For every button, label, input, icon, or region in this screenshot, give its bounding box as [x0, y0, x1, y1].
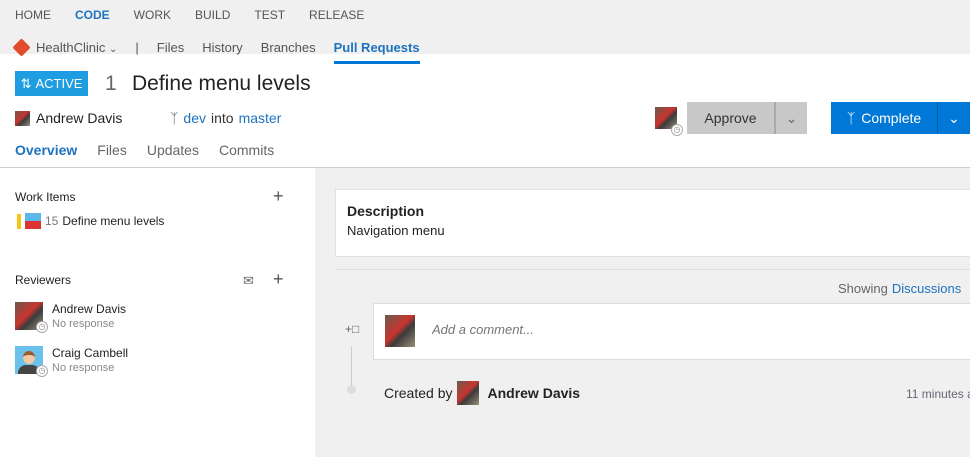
nav-files[interactable]: Files [157, 40, 184, 55]
comment-input[interactable] [432, 322, 832, 337]
divider [335, 269, 970, 270]
status-label: ACTIVE [35, 76, 83, 91]
pr-author: Andrew Davis [15, 110, 122, 126]
repo-selector[interactable]: HealthClinic ⌄ [36, 40, 117, 55]
git-icon [12, 38, 31, 57]
pr-tabs: Overview Files Updates Commits [15, 142, 274, 158]
branch-icon: ᛉ [170, 110, 179, 126]
reviewer-status: No response [52, 318, 115, 330]
branch-info: ᛉ dev into master [170, 110, 281, 126]
avatar [385, 315, 415, 347]
description-card: Description Navigation menu [335, 189, 970, 257]
chevron-down-icon: ⌄ [109, 44, 118, 55]
top-navigation: HOME CODE WORK BUILD TEST RELEASE Health… [0, 0, 970, 64]
description-text: Navigation menu [347, 223, 445, 238]
clock-icon: ◷ [36, 321, 48, 333]
avatar: ◷ [15, 302, 48, 333]
created-time: 11 minutes ago [906, 387, 970, 401]
hub-work[interactable]: WORK [134, 8, 171, 22]
target-branch-link[interactable]: master [239, 110, 282, 126]
merge-icon: ᛉ [846, 110, 856, 126]
approve-button[interactable]: Approve [687, 102, 776, 134]
work-item[interactable]: 15 Define menu levels [17, 213, 164, 229]
add-reviewer-plus-icon[interactable]: + [273, 270, 284, 288]
reviewer-item[interactable]: ◷ Craig Cambell No response [15, 346, 129, 377]
reviewer-status: No response [52, 362, 115, 374]
approve-button-group: Approve ⌄ [687, 102, 807, 134]
source-branch-link[interactable]: dev [183, 110, 206, 126]
clock-icon: ◷ [671, 124, 683, 136]
pull-request-icon: ⇅ [20, 75, 32, 91]
work-items-heading: Work Items [15, 190, 76, 204]
add-work-item-plus-icon[interactable]: + [273, 187, 284, 205]
avatar: ◷ [15, 346, 48, 377]
separator: | [135, 40, 139, 55]
comment-box[interactable] [373, 303, 970, 360]
pr-id: 1 [105, 72, 117, 95]
avatar [457, 381, 480, 405]
tab-files[interactable]: Files [97, 142, 127, 158]
work-item-id: 15 [45, 214, 59, 228]
into-label: into [210, 110, 234, 126]
hub-home[interactable]: HOME [15, 8, 51, 22]
work-item-color-bar [17, 213, 21, 229]
nav-history[interactable]: History [202, 40, 242, 55]
nav-pull-requests[interactable]: Pull Requests [333, 40, 420, 64]
filter-value-link[interactable]: Discussions [892, 281, 961, 296]
hub-release[interactable]: RELEASE [309, 8, 364, 22]
nav-branches[interactable]: Branches [261, 40, 316, 55]
description-heading: Description [347, 203, 425, 219]
avatar [15, 110, 30, 126]
complete-label: Complete [861, 110, 922, 126]
clock-icon: ◷ [36, 365, 48, 377]
reviewer-item[interactable]: ◷ Andrew Davis No response [15, 302, 127, 333]
created-author[interactable]: Andrew Davis [487, 385, 580, 401]
tab-commits[interactable]: Commits [219, 142, 274, 158]
reviewers-heading: Reviewers [15, 273, 72, 287]
repo-nav: HealthClinic ⌄ | Files History Branches … [12, 31, 438, 64]
filter-label: Showing [838, 281, 888, 296]
discussion-filter[interactable]: Showing Discussions [838, 281, 961, 296]
created-by: Created by Andrew Davis [384, 381, 580, 405]
tab-overview[interactable]: Overview [15, 142, 77, 158]
hub-build[interactable]: BUILD [195, 8, 230, 22]
reviewer-name: Craig Cambell [52, 346, 129, 360]
created-label: Created by [384, 385, 453, 401]
repo-name: HealthClinic [36, 40, 106, 55]
status-badge: ⇅ ACTIVE [15, 71, 88, 96]
complete-button[interactable]: ᛉ Complete [831, 102, 938, 134]
add-comment-icon[interactable]: +□ [345, 322, 359, 336]
approve-options-chevron-icon[interactable]: ⌄ [776, 102, 807, 134]
work-item-title[interactable]: Define menu levels [62, 214, 164, 228]
complete-button-group: ᛉ Complete ⌄ [831, 102, 970, 134]
user-story-icon [25, 213, 41, 229]
reviewer-name: Andrew Davis [52, 302, 127, 316]
timeline-dot [347, 385, 356, 394]
author-name[interactable]: Andrew Davis [36, 110, 122, 126]
hub-test[interactable]: TEST [254, 8, 285, 22]
complete-options-chevron-icon[interactable]: ⌄ [938, 102, 970, 134]
hub-nav: HOME CODE WORK BUILD TEST RELEASE [15, 8, 388, 22]
mail-icon[interactable]: ✉ [243, 273, 254, 289]
tab-updates[interactable]: Updates [147, 142, 199, 158]
hub-code[interactable]: CODE [75, 8, 110, 22]
timeline-line [351, 346, 352, 388]
pr-title: Define menu levels [132, 72, 311, 95]
